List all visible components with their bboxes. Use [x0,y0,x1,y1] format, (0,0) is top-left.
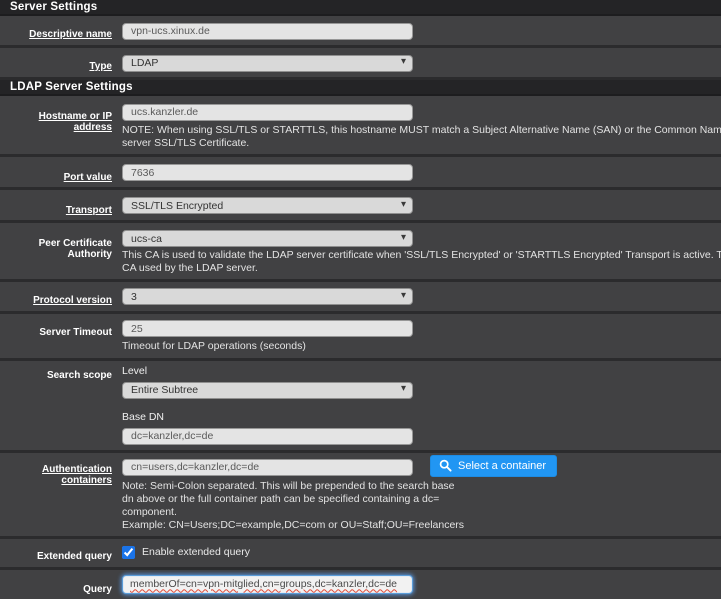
peer-ca-label: Peer Certificate Authority [39,238,112,260]
peer-ca-note: This CA is used to validate the LDAP ser… [122,249,721,275]
transport-select[interactable]: SSL/TLS Encrypted [122,197,413,214]
section-title: LDAP Server Settings [10,81,133,93]
server-timeout-note: Timeout for LDAP operations (seconds) [122,340,713,353]
ldap-server-settings-page: Server Settings Descriptive name Type LD… [0,0,721,599]
auth-containers-note: Note: Semi-Colon separated. This will be… [122,480,713,532]
protocol-version-label[interactable]: Protocol version [33,295,112,306]
base-dn-input[interactable] [122,428,413,445]
search-scope-label: Search scope [47,370,112,381]
descriptive-name-input[interactable] [122,23,413,40]
type-select[interactable]: LDAP [122,55,413,72]
row-descriptive-name: Descriptive name [0,16,721,48]
extended-query-label: Extended query [37,551,112,562]
row-transport: Transport SSL/TLS Encrypted ▾ [0,190,721,223]
server-timeout-input[interactable] [122,320,413,337]
server-timeout-label: Server Timeout [39,327,112,338]
hostname-label[interactable]: Hostname or IP address [39,111,112,133]
row-type: Type LDAP ▾ [0,48,721,80]
base-dn-label: Base DN [122,411,713,424]
hostname-note: NOTE: When using SSL/TLS or STARTTLS, th… [122,124,721,150]
select-container-button[interactable]: Select a container [430,455,557,477]
descriptive-name-label[interactable]: Descriptive name [29,29,112,40]
search-icon [439,459,452,472]
row-extended-query: Extended query Enable extended query [0,539,721,570]
peer-ca-select[interactable]: ucs-ca [122,230,413,247]
row-auth-containers: Authentication containers Select a conta… [0,453,721,539]
port-input[interactable] [122,164,413,181]
port-label[interactable]: Port value [64,172,112,183]
query-label: Query [83,584,112,595]
row-hostname: Hostname or IP address NOTE: When using … [0,96,721,157]
section-header-ldap-server-settings: LDAP Server Settings [0,80,721,96]
transport-label[interactable]: Transport [66,205,112,216]
row-server-timeout: Server Timeout Timeout for LDAP operatio… [0,314,721,362]
enable-extended-query-row: Enable extended query [122,546,713,559]
search-scope-level-select[interactable]: Entire Subtree [122,382,413,399]
query-input-value: memberOf=cn=vpn-mitglied,cn=groups,dc=ka… [130,578,397,590]
row-protocol-version: Protocol version 3 ▾ [0,282,721,314]
row-peer-ca: Peer Certificate Authority ucs-ca ▾ This… [0,223,721,282]
protocol-version-select[interactable]: 3 [122,288,413,305]
type-label[interactable]: Type [89,61,112,72]
search-scope-level-label: Level [122,365,713,378]
row-port: Port value [0,157,721,190]
section-header-server-settings: Server Settings [0,0,721,16]
auth-containers-label[interactable]: Authentication containers [42,464,112,486]
enable-extended-query-text: Enable extended query [142,546,250,558]
row-query: Query memberOf=cn=vpn-mitglied,cn=groups… [0,570,721,599]
select-container-button-label: Select a container [458,460,546,472]
query-input[interactable]: memberOf=cn=vpn-mitglied,cn=groups,dc=ka… [122,575,413,594]
enable-extended-query-checkbox[interactable] [122,546,135,559]
hostname-input[interactable] [122,104,413,121]
row-search-scope: Search scope Level Entire Subtree ▾ Base… [0,361,721,453]
auth-containers-input[interactable] [122,459,413,476]
section-title: Server Settings [10,1,97,13]
